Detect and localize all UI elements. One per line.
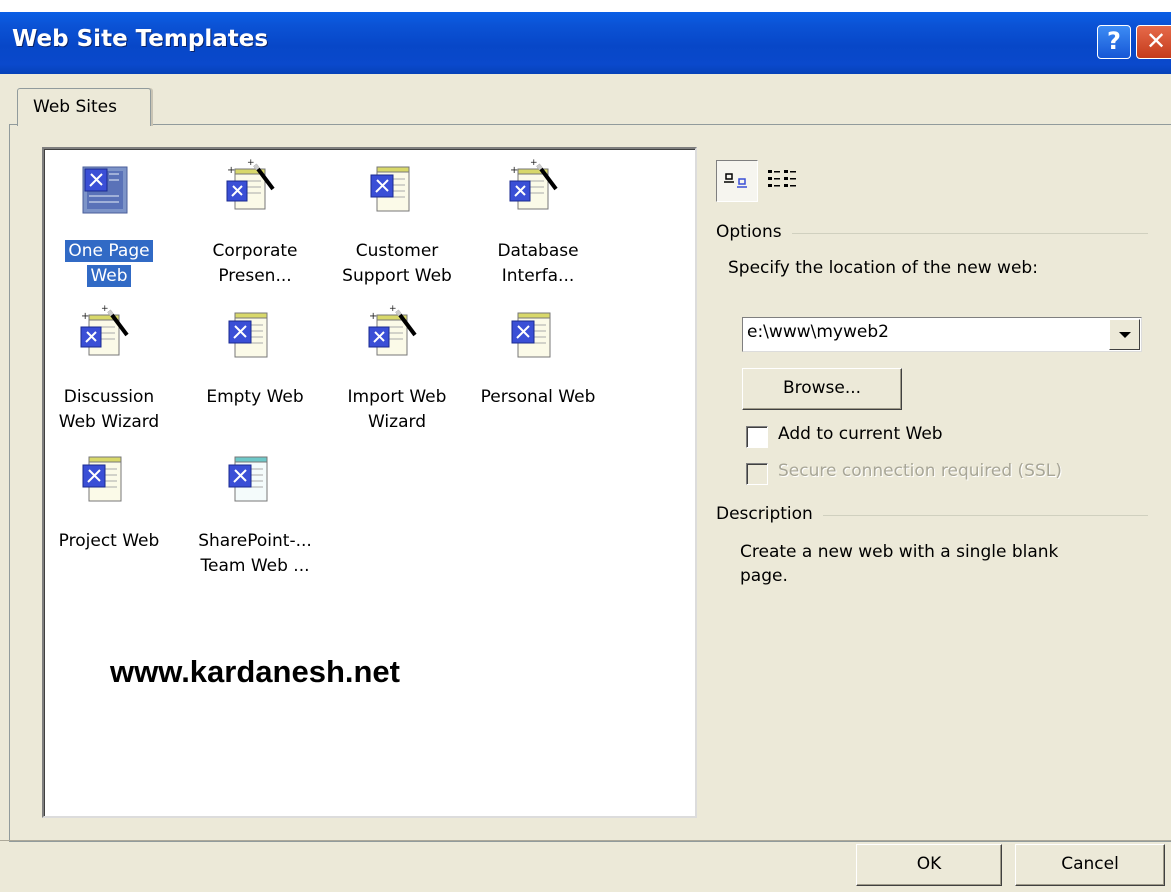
template-label: SharePoint-... Team Web ... <box>186 529 324 579</box>
svg-text:+: + <box>81 311 89 322</box>
watermark-text: www.kardanesh.net <box>110 654 400 689</box>
location-value[interactable]: e:\www\myweb2 <box>747 322 889 342</box>
template-label-line: Project Web <box>58 531 160 551</box>
template-label: Project Web <box>40 529 178 554</box>
tab-label: Web Sites <box>33 97 117 117</box>
list-view-icon <box>768 170 796 187</box>
description-line-2: page. <box>740 566 788 586</box>
options-group-label: Options <box>716 222 792 242</box>
template-label-line: Team Web ... <box>200 556 310 576</box>
template-label-line: Support Web <box>342 266 452 286</box>
template-label-line: Customer <box>355 241 439 261</box>
template-label-line: Discussion <box>63 387 155 407</box>
wizard-template-icon: + + <box>363 304 421 363</box>
svg-text:+: + <box>227 165 235 176</box>
view-toggle <box>716 160 810 202</box>
template-label-line: Interfa... <box>501 266 575 286</box>
svg-text:+: + <box>247 159 255 168</box>
help-button[interactable]: ? <box>1097 25 1131 59</box>
template-label-line: Web <box>87 265 131 287</box>
browse-button[interactable]: Browse... <box>742 368 902 410</box>
cancel-label: Cancel <box>1061 854 1119 874</box>
template-label-line: Web Wizard <box>58 412 160 432</box>
template-label: Database Interfa... <box>469 239 607 289</box>
tab-web-sites[interactable]: Web Sites <box>17 88 151 126</box>
browse-label: Browse... <box>782 378 862 398</box>
cancel-button[interactable]: Cancel <box>1015 844 1165 886</box>
add-to-current-web-checkbox[interactable] <box>746 426 768 448</box>
one-page-web-icon <box>75 159 133 217</box>
web-template-icon <box>221 305 279 363</box>
close-button[interactable]: ✕ <box>1136 25 1171 59</box>
title-bar[interactable]: Web Site Templates ? ✕ <box>0 12 1171 74</box>
ssl-label: Secure connection required (SSL) <box>778 461 1062 481</box>
sharepoint-template-icon <box>221 449 279 507</box>
template-label-line: Import Web <box>347 387 447 407</box>
template-label: One Page Web <box>40 239 178 289</box>
description-group-label: Description <box>716 504 823 524</box>
wizard-template-icon: + + <box>75 304 133 363</box>
wizard-template-icon: + + <box>221 158 279 217</box>
template-label: Customer Support Web <box>328 239 466 289</box>
svg-text:+: + <box>530 159 538 168</box>
template-label: Import Web Wizard <box>328 385 466 435</box>
dialog-title: Web Site Templates <box>12 26 269 52</box>
svg-text:+: + <box>510 165 518 176</box>
template-label: Personal Web <box>469 385 607 410</box>
web-template-icon <box>363 159 421 217</box>
list-view-button[interactable] <box>764 160 806 202</box>
template-label-line: SharePoint-... <box>198 531 312 551</box>
location-combobox[interactable]: e:\www\myweb2 <box>742 317 1142 352</box>
ok-label: OK <box>916 854 942 874</box>
template-label-line: Empty Web <box>206 387 304 407</box>
ssl-checkbox <box>746 463 768 485</box>
template-label-line: One Page <box>65 240 153 262</box>
footer-separator <box>0 840 1171 841</box>
template-label-line: Database <box>497 241 579 261</box>
wizard-template-icon: + + <box>504 158 562 217</box>
ok-button[interactable]: OK <box>856 844 1002 886</box>
web-template-icon <box>504 305 562 363</box>
svg-text:+: + <box>101 305 109 314</box>
template-label: Discussion Web Wizard <box>40 385 178 435</box>
template-label-line: Wizard <box>368 412 426 432</box>
template-list[interactable]: www.kardanesh.net One Page Web + + Corporate… <box>42 147 697 818</box>
large-icons-icon <box>724 173 747 188</box>
template-label-line: Personal Web <box>480 387 596 407</box>
large-icons-view-button[interactable] <box>716 160 758 202</box>
svg-text:+: + <box>389 305 397 314</box>
web-site-templates-dialog: Web Site Templates ? ✕ Web Sites www.kar… <box>0 12 1171 892</box>
location-prompt: Specify the location of the new web: <box>728 258 1038 278</box>
description-line-1: Create a new web with a single blank <box>740 542 1059 562</box>
template-label-line: Corporate <box>212 241 298 261</box>
svg-text:+: + <box>369 311 377 322</box>
template-label-line: Presen... <box>218 266 292 286</box>
template-label: Empty Web <box>186 385 324 410</box>
combo-dropdown-button[interactable] <box>1109 319 1140 350</box>
web-template-icon <box>75 449 133 507</box>
add-to-current-web-label[interactable]: Add to current Web <box>778 424 943 444</box>
template-label: Corporate Presen... <box>186 239 324 289</box>
